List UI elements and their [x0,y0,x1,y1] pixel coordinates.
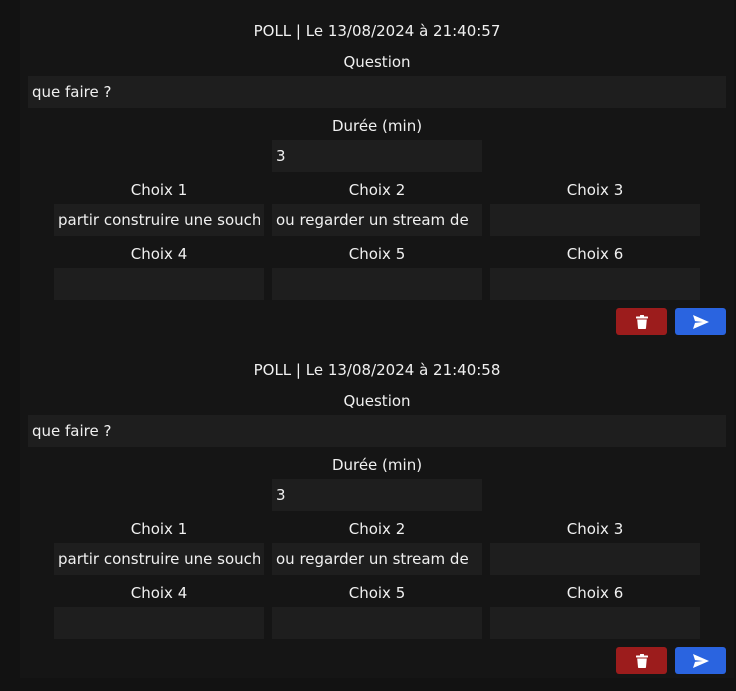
choice-3-label: Choix 3 [566,520,624,538]
question-input[interactable] [28,415,726,447]
duration-input[interactable] [272,140,482,172]
poll-card: POLL | Le 13/08/2024 à 21:40:58 Question… [20,339,734,678]
choice-4-label: Choix 4 [130,245,188,263]
send-icon [692,314,709,329]
duration-label: Durée (min) [331,456,423,474]
choice-4-label: Choix 4 [130,584,188,602]
send-button[interactable] [675,647,726,674]
choice-6-label: Choix 6 [566,584,624,602]
choice-4-input[interactable] [54,268,264,300]
page: POLL | Le 13/08/2024 à 21:40:57 Question… [0,0,736,691]
choice-5-input[interactable] [272,268,482,300]
question-label: Question [343,392,411,410]
choice-6-label: Choix 6 [566,245,624,263]
choice-3-input[interactable] [490,543,700,575]
choice-3-input[interactable] [490,204,700,236]
choice-5-label: Choix 5 [348,584,406,602]
choice-5-input[interactable] [272,607,482,639]
send-icon [692,653,709,668]
choice-2-input[interactable] [272,204,482,236]
trash-icon [635,314,648,329]
poll-header: POLL | Le 13/08/2024 à 21:40:57 [253,22,501,40]
question-input[interactable] [28,76,726,108]
send-button[interactable] [675,308,726,335]
poll-header: POLL | Le 13/08/2024 à 21:40:58 [253,361,501,379]
choice-1-input[interactable] [54,543,264,575]
delete-button[interactable] [616,308,667,335]
question-label: Question [343,53,411,71]
choice-1-input[interactable] [54,204,264,236]
choice-5-label: Choix 5 [348,245,406,263]
duration-label: Durée (min) [331,117,423,135]
duration-input[interactable] [272,479,482,511]
choice-4-input[interactable] [54,607,264,639]
choice-1-label: Choix 1 [130,520,188,538]
choice-2-label: Choix 2 [348,181,406,199]
choice-2-input[interactable] [272,543,482,575]
choice-6-input[interactable] [490,607,700,639]
choice-6-input[interactable] [490,268,700,300]
choice-3-label: Choix 3 [566,181,624,199]
choice-1-label: Choix 1 [130,181,188,199]
poll-card: POLL | Le 13/08/2024 à 21:40:57 Question… [20,0,734,339]
delete-button[interactable] [616,647,667,674]
trash-icon [635,653,648,668]
choice-2-label: Choix 2 [348,520,406,538]
